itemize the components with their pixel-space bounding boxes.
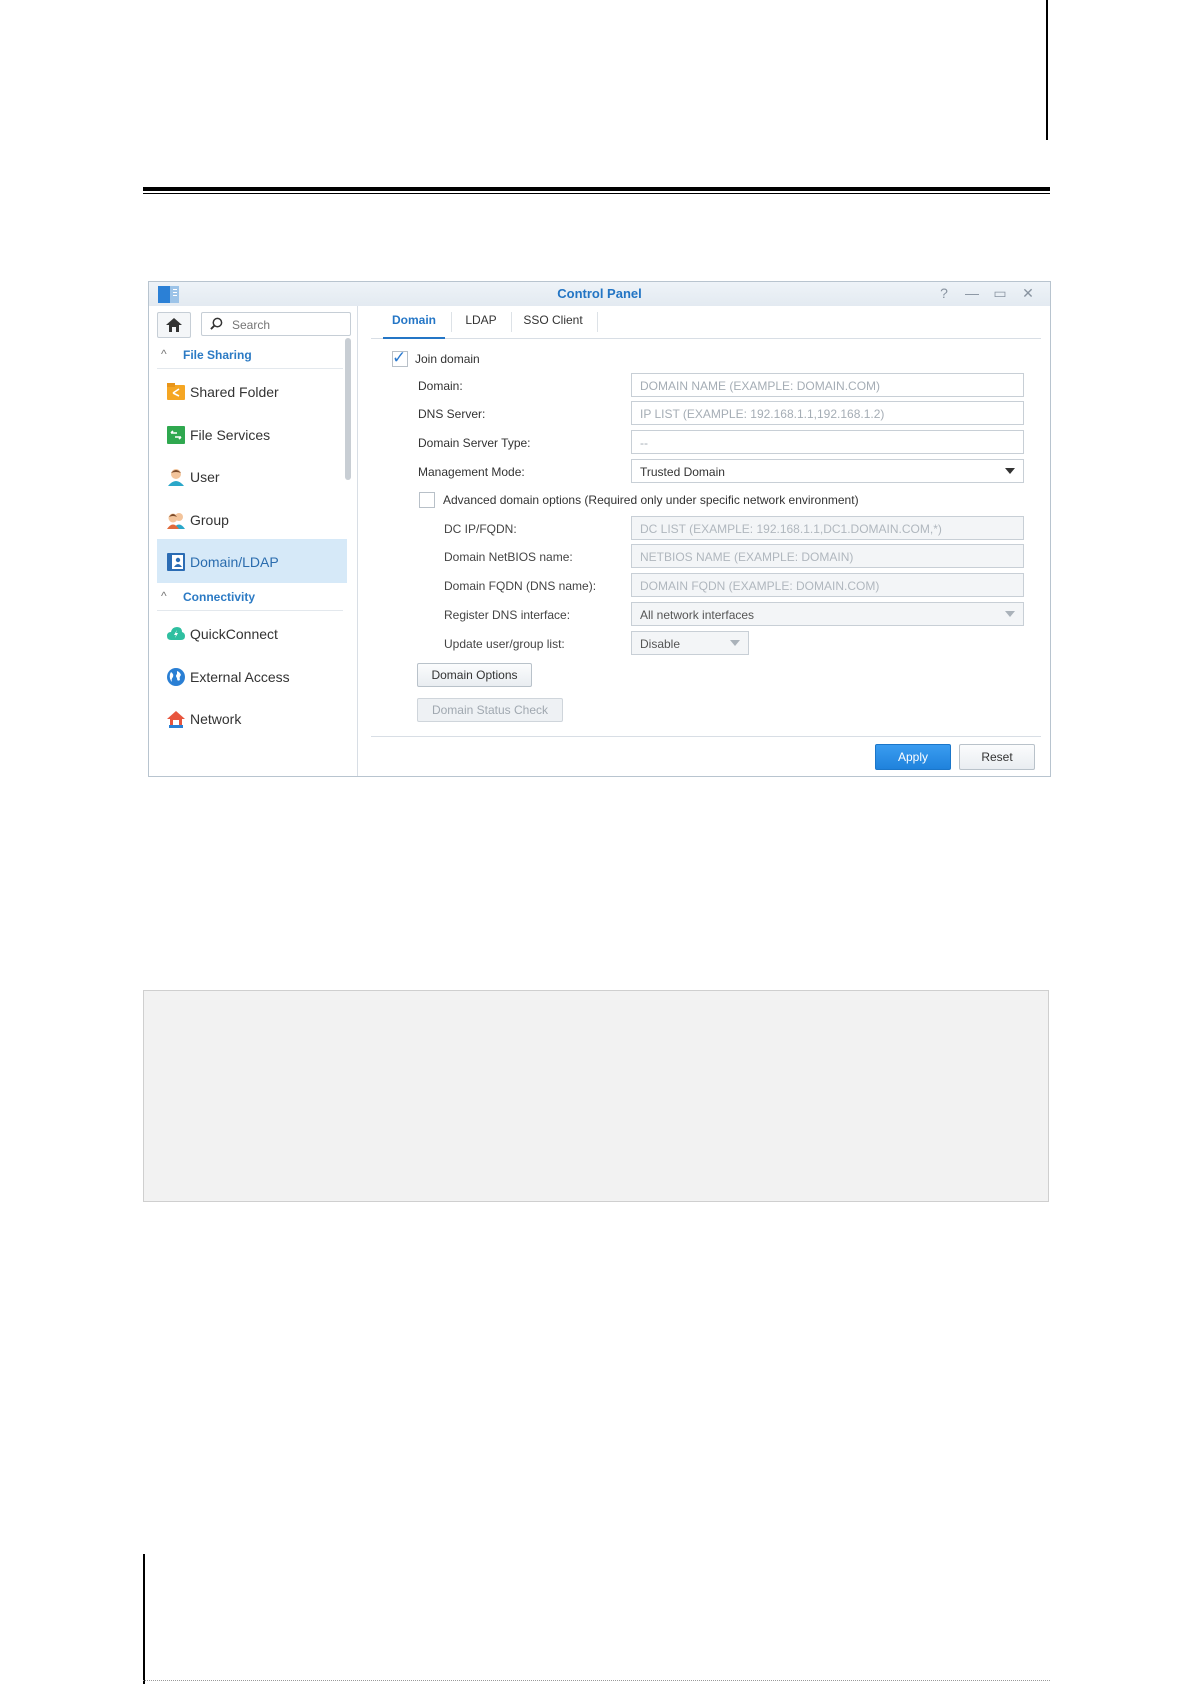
- domain-status-check-button[interactable]: Domain Status Check: [417, 698, 563, 722]
- dropdown-arrow-icon: [1005, 468, 1015, 474]
- close-icon[interactable]: ✕: [1018, 285, 1038, 302]
- advanced-options-label: Advanced domain options (Required only u…: [443, 493, 859, 507]
- group-icon: [167, 513, 185, 529]
- fqdn-input[interactable]: DOMAIN FQDN (EXAMPLE: DOMAIN.COM): [631, 573, 1024, 597]
- sidebar-item-label: File Services: [190, 427, 271, 443]
- dc-fqdn-label: DC IP/FQDN:: [444, 522, 517, 536]
- sidebar-item-label: QuickConnect: [190, 626, 278, 642]
- sidebar-item-external-access[interactable]: External Access: [157, 654, 347, 698]
- tab-separator: [451, 312, 452, 332]
- apply-button[interactable]: Apply: [875, 744, 951, 770]
- management-mode-value: Trusted Domain: [640, 465, 725, 479]
- fqdn-label: Domain FQDN (DNS name):: [444, 579, 597, 593]
- section-label: File Sharing: [183, 348, 252, 362]
- page-header-rule: [143, 187, 1050, 191]
- sidebar-item-group[interactable]: Group: [157, 497, 347, 541]
- home-button[interactable]: [157, 312, 191, 338]
- dns-interface-select[interactable]: All network interfaces: [631, 602, 1024, 626]
- join-domain-label: Join domain: [415, 352, 480, 366]
- globe-icon: [167, 668, 185, 686]
- management-mode-label: Management Mode:: [418, 465, 525, 479]
- dns-interface-value: All network interfaces: [640, 608, 755, 622]
- domain-options-button[interactable]: Domain Options: [417, 663, 532, 687]
- sidebar-item-network[interactable]: Network: [157, 696, 347, 740]
- dropdown-arrow-icon: [730, 640, 740, 646]
- search-box[interactable]: [201, 312, 351, 336]
- checkmark-icon: ✓: [392, 348, 407, 367]
- sidebar-item-file-services[interactable]: File Services: [157, 412, 347, 456]
- tab-separator: [597, 312, 598, 332]
- network-house-icon: [167, 711, 185, 728]
- dns-interface-label: Register DNS interface:: [444, 608, 571, 622]
- update-list-value: Disable: [640, 637, 681, 651]
- domain-server-type-field: --: [631, 430, 1024, 454]
- netbios-label: Domain NetBIOS name:: [444, 550, 573, 564]
- sidebar-item-domain-ldap[interactable]: Domain/LDAP: [157, 539, 347, 583]
- minimize-icon[interactable]: —: [962, 285, 982, 301]
- domain-ldap-icon: [167, 553, 185, 571]
- section-label: Connectivity: [183, 590, 256, 604]
- domain-server-type-label: Domain Server Type:: [418, 436, 531, 450]
- domain-label: Domain:: [418, 379, 463, 393]
- sidebar-item-label: External Access: [190, 669, 290, 685]
- page-margin-rule-bottom: [143, 1554, 145, 1684]
- file-services-icon: [167, 426, 185, 444]
- quickconnect-icon: [167, 627, 185, 640]
- footer-divider: [371, 736, 1041, 737]
- join-domain-checkbox[interactable]: ✓: [392, 348, 408, 367]
- update-list-label: Update user/group list:: [444, 637, 565, 651]
- note-box: [143, 990, 1049, 1202]
- window-title: Control Panel: [557, 286, 642, 301]
- tab-bar: Domain LDAP SSO Client: [371, 306, 1041, 339]
- update-list-select[interactable]: Disable: [631, 631, 749, 655]
- help-icon[interactable]: ?: [934, 285, 954, 301]
- shared-folder-icon: [167, 383, 185, 400]
- section-file-sharing[interactable]: ^ File Sharing: [157, 344, 343, 369]
- page-margin-rule-top: [1046, 0, 1048, 140]
- netbios-input[interactable]: NETBIOS NAME (EXAMPLE: DOMAIN): [631, 544, 1024, 568]
- advanced-options-checkbox[interactable]: [419, 492, 435, 508]
- sidebar-item-quickconnect[interactable]: QuickConnect: [157, 611, 347, 655]
- sidebar-item-label: Shared Folder: [190, 384, 279, 400]
- management-mode-select[interactable]: Trusted Domain: [631, 459, 1024, 483]
- chevron-up-icon: ^: [161, 347, 167, 361]
- reset-button[interactable]: Reset: [959, 744, 1035, 770]
- home-icon: [166, 318, 182, 332]
- title-bar: Control Panel ? — ▭ ✕: [149, 282, 1050, 306]
- chevron-up-icon: ^: [161, 589, 167, 603]
- sidebar-item-label: Group: [190, 512, 229, 528]
- sidebar-item-label: User: [190, 469, 220, 485]
- control-panel-window: Control Panel ? — ▭ ✕ ^ File Sharing: [148, 281, 1051, 777]
- dc-fqdn-input[interactable]: DC LIST (EXAMPLE: 192.168.1.1,DC1.DOMAIN…: [631, 516, 1024, 540]
- sidebar-item-label: Domain/LDAP: [190, 554, 279, 570]
- search-input[interactable]: [230, 316, 344, 334]
- sidebar-scrollbar[interactable]: [345, 338, 351, 480]
- tab-sso-client[interactable]: SSO Client: [515, 313, 591, 337]
- tab-domain[interactable]: Domain: [383, 313, 445, 339]
- tab-ldap[interactable]: LDAP: [455, 313, 507, 337]
- dns-server-input[interactable]: IP LIST (EXAMPLE: 192.168.1.1,192.168.1.…: [631, 401, 1024, 425]
- domain-input[interactable]: DOMAIN NAME (EXAMPLE: DOMAIN.COM): [631, 373, 1024, 397]
- page-bottom-dotted-rule: [143, 1680, 1050, 1682]
- sidebar-item-label: Network: [190, 711, 242, 727]
- dns-server-label: DNS Server:: [418, 407, 486, 421]
- maximize-icon[interactable]: ▭: [990, 285, 1010, 302]
- section-connectivity[interactable]: ^ Connectivity: [157, 586, 343, 611]
- user-icon: [168, 469, 184, 486]
- search-icon: [210, 317, 223, 330]
- page-header-rule-thin: [143, 193, 1050, 194]
- tab-separator: [511, 312, 512, 332]
- sidebar-item-shared-folder[interactable]: Shared Folder: [157, 369, 347, 413]
- dropdown-arrow-icon: [1005, 611, 1015, 617]
- sidebar-item-user[interactable]: User: [157, 454, 347, 498]
- sidebar: ^ File Sharing Shared Folder File Servic…: [149, 306, 358, 776]
